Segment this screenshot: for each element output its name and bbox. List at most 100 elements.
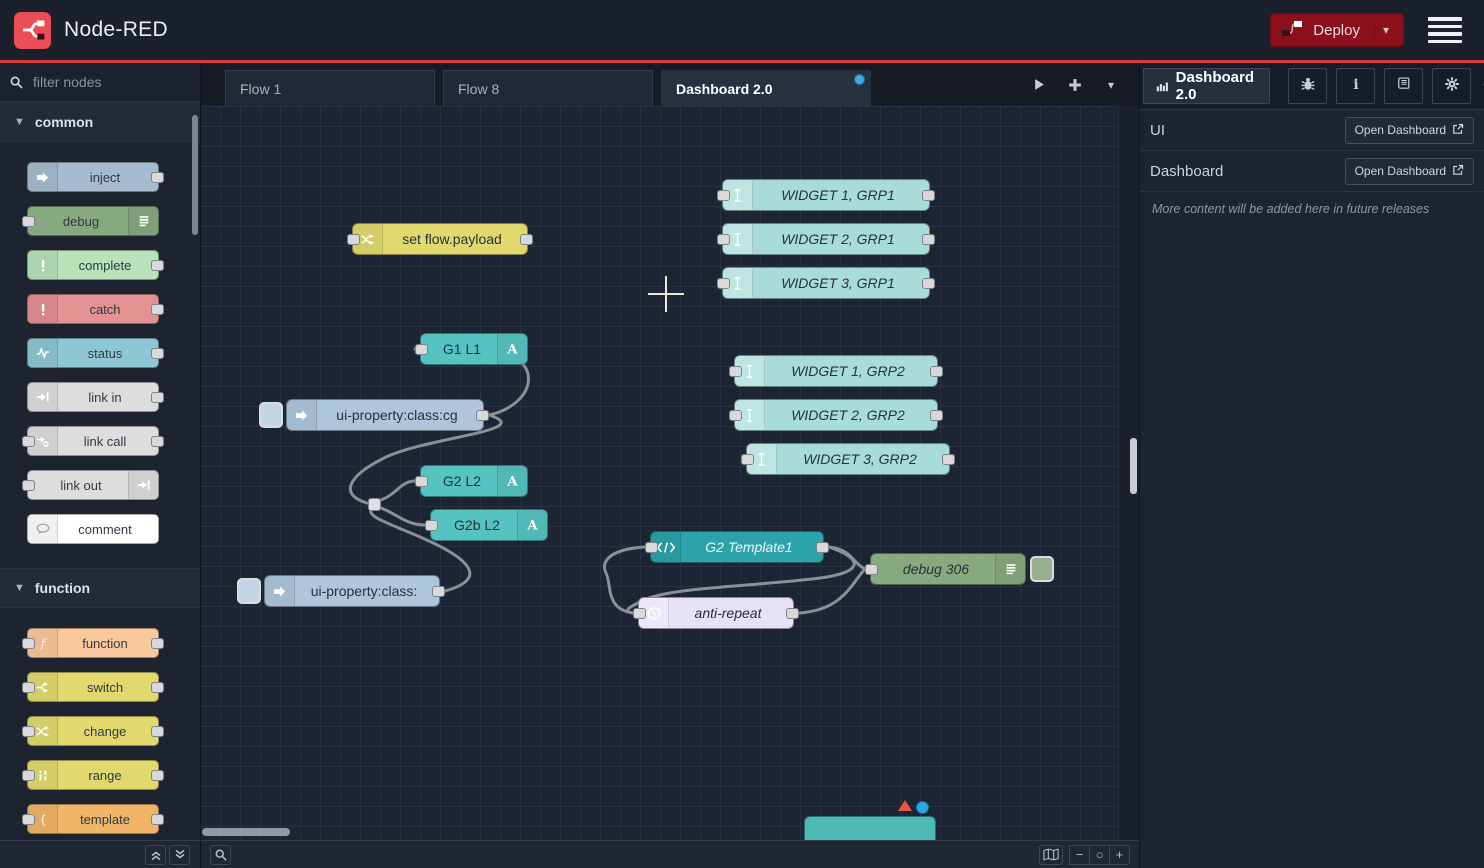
flow-node-inject1[interactable]: ui-property:class:cg xyxy=(286,399,484,431)
output-port[interactable] xyxy=(151,726,164,737)
flow-tab-Flow-1[interactable]: Flow 1 xyxy=(225,70,435,106)
flow-tab-Flow-8[interactable]: Flow 8 xyxy=(443,70,653,106)
input-port[interactable] xyxy=(729,366,742,377)
sidebar-tab-dashboard[interactable]: Dashboard 2.0 xyxy=(1143,68,1270,104)
search-flows-button[interactable] xyxy=(210,845,231,865)
flow-tab-Dashboard-2.0[interactable]: Dashboard 2.0 xyxy=(661,70,871,106)
palette-node-catch[interactable]: catch xyxy=(27,294,159,324)
flow-node-inject2[interactable]: ui-property:class: xyxy=(264,575,440,607)
tab-list-caret[interactable]: ▾ xyxy=(1100,74,1122,96)
navigator-button[interactable] xyxy=(1039,845,1063,865)
output-port[interactable] xyxy=(922,278,935,289)
output-port[interactable] xyxy=(151,682,164,693)
sidebar-tool-debug-messages[interactable] xyxy=(1288,68,1327,104)
zoom-reset-button[interactable]: ○ xyxy=(1089,845,1110,865)
input-port[interactable] xyxy=(729,410,742,421)
flow-node-g1l1[interactable]: AG1 L1 xyxy=(420,333,528,365)
flow-node-debug306[interactable]: debug 306 xyxy=(870,553,1026,585)
wire-junction[interactable] xyxy=(368,498,381,511)
debug-toggle-button[interactable] xyxy=(1030,556,1054,582)
flow-node-w1g1[interactable]: WIDGET 1, GRP1 xyxy=(722,179,930,211)
palette-node-change[interactable]: change xyxy=(27,716,159,746)
output-port[interactable] xyxy=(151,814,164,825)
input-port[interactable] xyxy=(22,770,35,781)
output-port[interactable] xyxy=(476,410,489,421)
inject-button[interactable] xyxy=(259,402,283,428)
input-port[interactable] xyxy=(741,454,754,465)
open-dashboard-button[interactable]: Open Dashboard xyxy=(1345,117,1474,144)
flow-node-g2bl2[interactable]: AG2b L2 xyxy=(430,509,548,541)
zoom-in-button[interactable]: + xyxy=(1109,845,1130,865)
output-port[interactable] xyxy=(151,770,164,781)
input-port[interactable] xyxy=(425,520,438,531)
flow-node-w2g1[interactable]: WIDGET 2, GRP1 xyxy=(722,223,930,255)
input-port[interactable] xyxy=(22,814,35,825)
filter-nodes-input[interactable] xyxy=(31,73,175,91)
output-port[interactable] xyxy=(151,392,164,403)
palette-node-link-out[interactable]: link out xyxy=(27,470,159,500)
output-port[interactable] xyxy=(930,410,943,421)
output-port[interactable] xyxy=(520,234,533,245)
palette-node-switch[interactable]: switch xyxy=(27,672,159,702)
palette-node-template[interactable]: {template xyxy=(27,804,159,834)
flow-node-w3g2[interactable]: WIDGET 3, GRP2 xyxy=(746,443,950,475)
output-port[interactable] xyxy=(151,638,164,649)
input-port[interactable] xyxy=(22,480,35,491)
output-port[interactable] xyxy=(786,608,799,619)
output-port[interactable] xyxy=(816,542,829,553)
input-port[interactable] xyxy=(22,436,35,447)
output-port[interactable] xyxy=(151,348,164,359)
input-port[interactable] xyxy=(865,564,878,575)
collapse-all-button[interactable] xyxy=(145,845,166,865)
next-tab-button[interactable] xyxy=(1028,74,1050,96)
flow-node-antirepeat[interactable]: anti-repeat xyxy=(638,597,794,629)
input-port[interactable] xyxy=(22,638,35,649)
palette-node-status[interactable]: status xyxy=(27,338,159,368)
wire-junction1-to-g2l2[interactable] xyxy=(381,481,415,500)
input-port[interactable] xyxy=(22,726,35,737)
open-dashboard-button[interactable]: Open Dashboard xyxy=(1345,158,1474,185)
deploy-options-caret[interactable]: ▾ xyxy=(1374,23,1397,37)
palette-node-link-call[interactable]: link call xyxy=(27,426,159,456)
sidebar-tool-settings[interactable] xyxy=(1432,68,1471,104)
input-port[interactable] xyxy=(22,682,35,693)
flow-node-set_payload[interactable]: set flow.payload xyxy=(352,223,528,255)
output-port[interactable] xyxy=(151,260,164,271)
input-port[interactable] xyxy=(717,190,730,201)
output-port[interactable] xyxy=(151,304,164,315)
palette-search[interactable] xyxy=(0,63,200,102)
deploy-button[interactable]: Deploy ▾ xyxy=(1270,13,1404,47)
flow-node-partial[interactable] xyxy=(804,816,936,840)
input-port[interactable] xyxy=(347,234,360,245)
input-port[interactable] xyxy=(717,278,730,289)
input-port[interactable] xyxy=(22,216,35,227)
output-port[interactable] xyxy=(930,366,943,377)
input-port[interactable] xyxy=(717,234,730,245)
add-flow-button[interactable] xyxy=(1064,74,1086,96)
output-port[interactable] xyxy=(922,234,935,245)
input-port[interactable] xyxy=(633,608,646,619)
zoom-out-button[interactable]: − xyxy=(1069,845,1090,865)
output-port[interactable] xyxy=(922,190,935,201)
output-port[interactable] xyxy=(151,436,164,447)
palette-node-link-in[interactable]: link in xyxy=(27,382,159,412)
palette-node-inject[interactable]: inject xyxy=(27,162,159,192)
main-menu-button[interactable] xyxy=(1428,15,1462,45)
sidebar-tool-node-help[interactable]: i xyxy=(1336,68,1375,104)
palette-category-function[interactable]: ▼function xyxy=(0,568,200,608)
flow-node-g2l2[interactable]: AG2 L2 xyxy=(420,465,528,497)
expand-all-button[interactable] xyxy=(169,845,190,865)
palette-scrollbar[interactable] xyxy=(192,115,198,235)
palette-node-complete[interactable]: complete xyxy=(27,250,159,280)
flow-node-w1g2[interactable]: WIDGET 1, GRP2 xyxy=(734,355,938,387)
palette-node-comment[interactable]: comment xyxy=(27,514,159,544)
sidebar-tool-docs[interactable] xyxy=(1384,68,1423,104)
inject-button[interactable] xyxy=(237,578,261,604)
input-port[interactable] xyxy=(415,344,428,355)
input-port[interactable] xyxy=(415,476,428,487)
input-port[interactable] xyxy=(645,542,658,553)
output-port[interactable] xyxy=(942,454,955,465)
flow-node-g2t1[interactable]: G2 Template1 xyxy=(650,531,824,563)
flow-node-w2g2[interactable]: WIDGET 2, GRP2 xyxy=(734,399,938,431)
palette-node-function[interactable]: ffunction xyxy=(27,628,159,658)
